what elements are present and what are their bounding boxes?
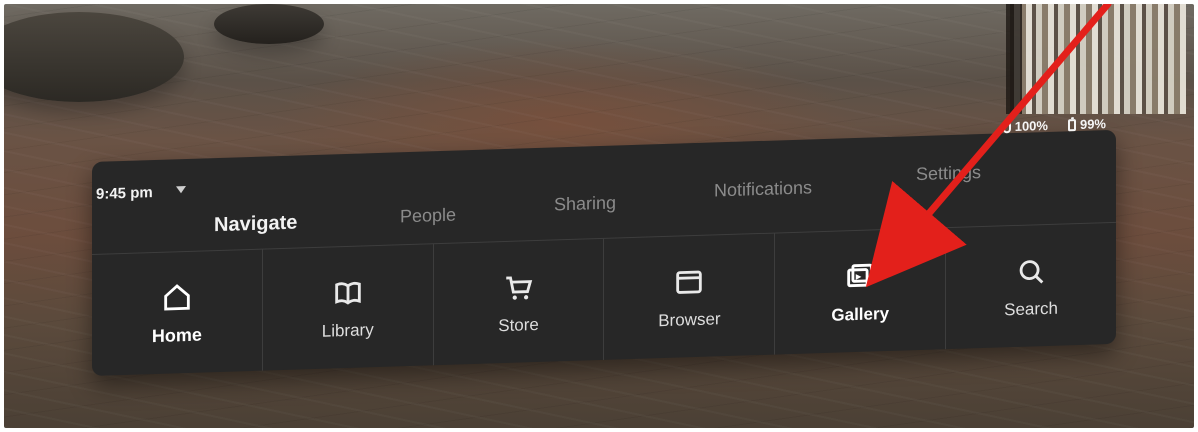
search-icon <box>1013 252 1049 289</box>
nav-search-label: Search <box>1004 298 1058 319</box>
nav-library[interactable]: Library <box>262 244 434 371</box>
home-icon <box>159 279 195 316</box>
status-indicators: 100% 99% <box>1002 116 1106 135</box>
tab-people[interactable]: People <box>400 205 456 228</box>
universal-menu-panel: 9:45 pm 100% 99% Navigate People Sharing… <box>92 116 1116 376</box>
battery-icon <box>1067 118 1076 131</box>
nav-search[interactable]: Search <box>946 223 1116 349</box>
tab-notifications[interactable]: Notifications <box>714 177 812 201</box>
book-icon <box>330 274 366 311</box>
gallery-icon <box>842 258 878 295</box>
headset-battery: 99% <box>1067 116 1106 132</box>
nav-browser-label: Browser <box>658 308 721 330</box>
nav-gallery-label: Gallery <box>831 303 890 325</box>
wifi-icon <box>176 186 186 194</box>
cart-icon <box>501 269 537 306</box>
controller-battery: 100% <box>1002 117 1048 135</box>
nav-browser[interactable]: Browser <box>604 233 776 360</box>
controller-icon <box>1002 120 1011 133</box>
time: 9:45 pm <box>96 184 153 203</box>
nav-gallery[interactable]: Gallery <box>775 228 947 355</box>
tab-settings[interactable]: Settings <box>916 162 981 185</box>
controller-battery-percent: 100% <box>1014 117 1048 135</box>
tab-sharing[interactable]: Sharing <box>554 193 616 216</box>
tab-navigate[interactable]: Navigate <box>214 212 297 238</box>
nav-home[interactable]: Home <box>92 249 263 376</box>
browser-window-icon <box>671 263 707 300</box>
nav-store-label: Store <box>498 314 539 335</box>
shoe <box>214 4 324 44</box>
headset-battery-percent: 99% <box>1079 116 1106 132</box>
nav-store[interactable]: Store <box>433 238 605 366</box>
vr-scene-background: 9:45 pm 100% 99% Navigate People Sharing… <box>4 4 1194 428</box>
nav-home-label: Home <box>151 324 202 347</box>
bookshelf <box>1006 4 1186 114</box>
nav-library-label: Library <box>321 319 374 341</box>
